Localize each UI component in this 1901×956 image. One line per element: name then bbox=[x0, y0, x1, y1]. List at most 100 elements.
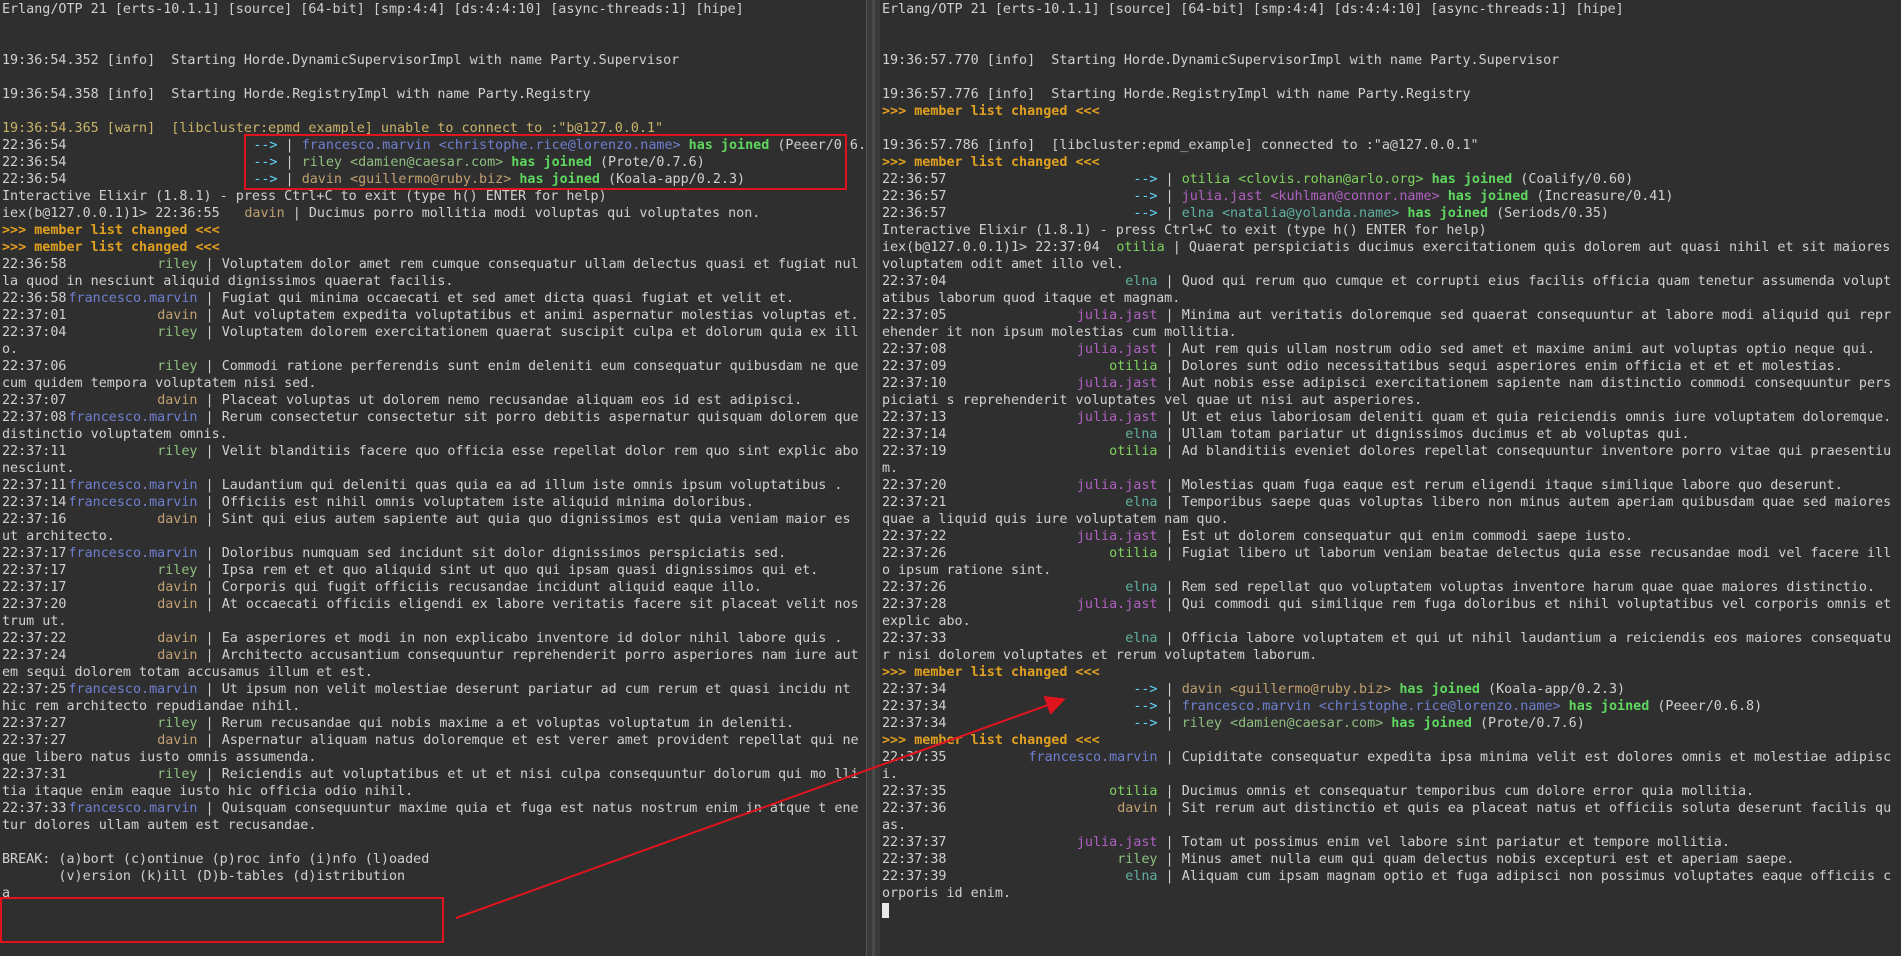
sender-name: riley bbox=[157, 325, 198, 340]
separator: | bbox=[197, 767, 222, 782]
member-list-changed: >>> member list changed <<< bbox=[882, 155, 1100, 170]
client-version: (Peeer/0.6.8) bbox=[1649, 699, 1763, 714]
separator: | bbox=[1157, 172, 1182, 187]
prompt-line[interactable]: iex(b@127.0.0.1)1> 22:37:04 otilia | Quae… bbox=[882, 239, 1899, 273]
separator: | bbox=[197, 546, 222, 561]
separator: | bbox=[197, 478, 222, 493]
left-terminal-pane[interactable]: Erlang/OTP 21 [erts-10.1.1] [source] [64… bbox=[0, 0, 866, 956]
chat-message: 22:37:01 davin | Aut voluptatem expedita … bbox=[2, 307, 864, 324]
timestamp: 22:37:09 bbox=[882, 359, 947, 374]
join-line: 22:37:34 --> | francesco.marvin <christop… bbox=[882, 698, 1899, 715]
message-list: 22:36:58 riley | Voluptatem dolor amet re… bbox=[2, 256, 864, 834]
sender-name: julia.jast bbox=[1076, 835, 1158, 850]
sender-name: francesco.marvin bbox=[68, 682, 198, 697]
separator: | bbox=[1157, 869, 1182, 884]
chat-message: 22:37:17 riley | Ipsa rem et et quo aliqu… bbox=[2, 562, 864, 579]
timestamp: 22:36:57 bbox=[882, 172, 947, 187]
chat-message: 22:37:13 julia.jast | Ut et eius laborios… bbox=[882, 409, 1899, 426]
sender-name: francesco.marvin bbox=[68, 801, 198, 816]
sender-name: elna bbox=[1125, 427, 1158, 442]
member-name: davin bbox=[1181, 682, 1222, 697]
join-arrow: --> bbox=[1133, 682, 1158, 697]
has-joined-label: has joined bbox=[1560, 699, 1650, 714]
timestamp: 22:37:19 bbox=[882, 444, 947, 459]
message-text: Doloribus numquam sed incidunt sit dolor… bbox=[221, 546, 787, 561]
timestamp: 22:37:39 bbox=[882, 869, 947, 884]
sender-name: francesco.marvin bbox=[68, 410, 198, 425]
prompt-line[interactable]: iex(b@127.0.0.1)1> 22:36:55 davin | Ducim… bbox=[2, 205, 864, 222]
client-version: (Seriods/0.35) bbox=[1488, 206, 1609, 221]
input-line[interactable] bbox=[882, 902, 1899, 919]
sender-name: otilia bbox=[1116, 240, 1165, 255]
separator: | bbox=[1157, 359, 1182, 374]
chat-message: 22:37:07 davin | Placeat voluptas ut dolo… bbox=[2, 392, 864, 409]
sender-name: riley bbox=[157, 563, 198, 578]
sender-name: francesco.marvin bbox=[1028, 750, 1158, 765]
banner: Erlang/OTP 21 [erts-10.1.1] [source] [64… bbox=[2, 2, 744, 17]
sender-name: julia.jast bbox=[1076, 308, 1158, 323]
chat-message: 22:37:16 davin | Sint qui eius autem sapi… bbox=[2, 511, 864, 545]
member-email: <kuhlman@connor.name> bbox=[1262, 189, 1440, 204]
timestamp: 22:37:04 bbox=[1035, 240, 1100, 255]
timestamp: 22:36:58 bbox=[2, 257, 67, 272]
separator: | bbox=[197, 325, 222, 340]
separator: | bbox=[197, 291, 222, 306]
right-terminal-pane[interactable]: Erlang/OTP 21 [erts-10.1.1] [source] [64… bbox=[880, 0, 1901, 956]
sender-name: riley bbox=[157, 444, 198, 459]
join-list: 22:37:34 --> | davin <guillermo@ruby.biz>… bbox=[882, 681, 1899, 732]
sender-name: elna bbox=[1125, 495, 1158, 510]
timestamp: 22:37:10 bbox=[882, 376, 947, 391]
separator: | bbox=[1157, 835, 1182, 850]
separator: | bbox=[1157, 546, 1182, 561]
timestamp: 22:37:07 bbox=[2, 393, 67, 408]
separator: | bbox=[197, 257, 222, 272]
separator: | bbox=[1157, 427, 1182, 442]
chat-message: 22:37:36 davin | Sit rerum aut distinctio… bbox=[882, 800, 1899, 834]
join-line: 22:36:57 --> | julia.jast <kuhlman@connor… bbox=[882, 188, 1899, 205]
separator: | bbox=[1157, 580, 1182, 595]
separator: | bbox=[1157, 189, 1182, 204]
iex-prompt: iex(b@127.0.0.1)1> bbox=[882, 240, 1036, 255]
member-name: julia.jast bbox=[1181, 189, 1263, 204]
timestamp: 22:37:28 bbox=[882, 597, 947, 612]
sender-name: elna bbox=[1125, 631, 1158, 646]
separator: | bbox=[197, 580, 222, 595]
sender-name: francesco.marvin bbox=[68, 478, 198, 493]
chat-message: 22:37:04 riley | Voluptatem dolorem exerc… bbox=[2, 324, 864, 358]
chat-message: 22:37:08 julia.jast | Aut rem quis ullam … bbox=[882, 341, 1899, 358]
sender-name: otilia bbox=[1109, 444, 1158, 459]
timestamp: 22:37:04 bbox=[2, 325, 67, 340]
separator: | bbox=[1157, 308, 1182, 323]
join-arrow: --> bbox=[1133, 699, 1158, 714]
chat-message: 22:37:26 otilia | Fugiat libero ut laboru… bbox=[882, 545, 1899, 579]
timestamp: 22:36:54 bbox=[2, 138, 67, 153]
separator: | bbox=[197, 410, 222, 425]
join-arrow: --> bbox=[1133, 189, 1158, 204]
sender-name: julia.jast bbox=[1076, 478, 1158, 493]
timestamp: 22:37:16 bbox=[2, 512, 67, 527]
separator: | bbox=[197, 444, 222, 459]
separator: | bbox=[197, 308, 222, 323]
chat-message: 22:36:58 riley | Voluptatem dolor amet re… bbox=[2, 256, 864, 290]
separator: | bbox=[197, 512, 222, 527]
annotation-break-box bbox=[0, 897, 444, 943]
chat-message: 22:37:17 francesco.marvin | Doloribus num… bbox=[2, 545, 864, 562]
prompt-message: iex(b@127.0.0.1)1> 22:36:55 davin | Ducim… bbox=[2, 205, 864, 222]
timestamp: 22:37:04 bbox=[882, 274, 947, 289]
member-email: <damien@caesar.com> bbox=[1222, 716, 1384, 731]
join-line: 22:37:34 --> | davin <guillermo@ruby.biz>… bbox=[882, 681, 1899, 698]
chat-message: 22:37:33 francesco.marvin | Quisquam cons… bbox=[2, 800, 864, 834]
has-joined-label: has joined bbox=[1391, 682, 1480, 697]
timestamp: 22:37:35 bbox=[882, 750, 947, 765]
member-name: otilia bbox=[1181, 172, 1231, 187]
timestamp: 22:37:08 bbox=[2, 410, 67, 425]
chat-message: 22:37:38 riley | Minus amet nulla eum qui… bbox=[882, 851, 1899, 868]
message-text: Dolores sunt odio necessitatibus sequi a… bbox=[1181, 359, 1843, 374]
timestamp: 22:37:26 bbox=[882, 546, 947, 561]
separator: | bbox=[1157, 699, 1182, 714]
client-version: (Koala-app/0.2.3) bbox=[1480, 682, 1626, 697]
timestamp: 22:37:22 bbox=[882, 529, 947, 544]
chat-message: 22:37:26 elna | Rem sed repellat quo volu… bbox=[882, 579, 1899, 596]
log-info: 19:36:57.776 [info] Starting Horde.Regis… bbox=[882, 87, 1471, 102]
separator: | bbox=[1157, 784, 1182, 799]
